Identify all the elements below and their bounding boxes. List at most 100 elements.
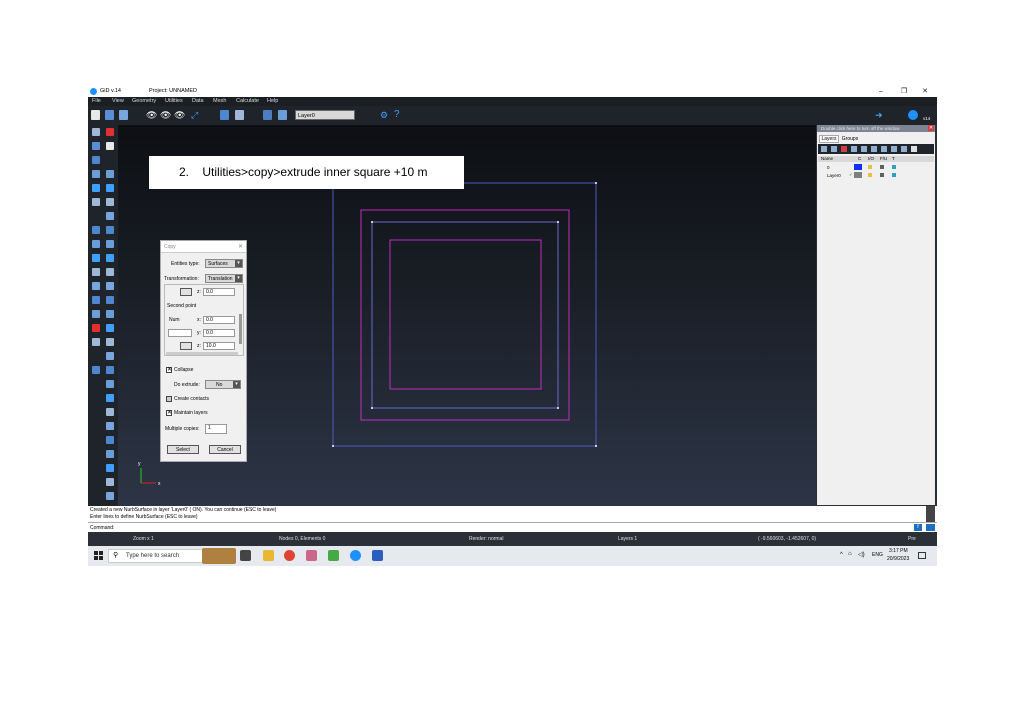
- collapse-checkbox[interactable]: ✕: [166, 367, 172, 373]
- menu-file[interactable]: File: [92, 98, 101, 104]
- mesh-icon[interactable]: [263, 110, 272, 120]
- eye-icon-3[interactable]: 👁: [174, 110, 185, 120]
- x-field[interactable]: 0.0: [203, 316, 235, 324]
- y-field[interactable]: 0.0: [203, 329, 235, 337]
- rotate-3d-tool-icon[interactable]: [106, 352, 114, 360]
- split-tool-icon[interactable]: [106, 296, 114, 304]
- eye-icon-2[interactable]: 👁: [160, 110, 171, 120]
- layer-blue-tool-icon[interactable]: [106, 436, 114, 444]
- copy-pages-tool-icon[interactable]: [106, 464, 114, 472]
- contact-tool-icon[interactable]: [106, 394, 114, 402]
- cancel-button[interactable]: Cancel: [209, 445, 241, 454]
- print-icon[interactable]: [235, 110, 244, 120]
- list-tool-icon[interactable]: [92, 296, 100, 304]
- layer-down-icon[interactable]: [871, 146, 877, 152]
- zoom-frame-icon[interactable]: ⤢: [191, 110, 200, 120]
- paint-tool-icon[interactable]: [106, 310, 114, 318]
- hole-tool-icon[interactable]: [106, 380, 114, 388]
- entities-type-combo[interactable]: Surfaces ▾: [205, 259, 243, 268]
- layer-doc-icon[interactable]: [911, 146, 917, 152]
- surface-tool-icon[interactable]: [106, 142, 114, 150]
- z-field[interactable]: 10.0: [203, 342, 235, 350]
- menu-view[interactable]: View: [112, 98, 124, 104]
- gid-taskbar-icon[interactable]: [350, 550, 361, 561]
- command-execute-icon[interactable]: f: [914, 524, 922, 531]
- command-input[interactable]: [114, 524, 914, 531]
- notifications-icon[interactable]: [918, 552, 926, 559]
- copy-tool-icon[interactable]: [92, 170, 100, 178]
- arrow-pen-icon[interactable]: ➜: [875, 110, 884, 120]
- render-icon[interactable]: [220, 110, 229, 120]
- layer-lock-icon[interactable]: [880, 165, 884, 169]
- pencil-tool-icon[interactable]: [106, 492, 114, 500]
- arc-tool-icon[interactable]: [106, 226, 114, 234]
- create-contacts-checkbox[interactable]: [166, 396, 172, 402]
- command-menu-icon[interactable]: [926, 524, 935, 531]
- calculate-icon[interactable]: [278, 110, 287, 120]
- select-button[interactable]: Select: [167, 445, 199, 454]
- extrude-tool-icon[interactable]: [106, 324, 114, 332]
- layer-send-icon[interactable]: [881, 146, 887, 152]
- layer-rename-icon[interactable]: [851, 146, 857, 152]
- layer-select[interactable]: Layer0: [295, 110, 355, 120]
- menu-calculate[interactable]: Calculate: [236, 98, 259, 104]
- loop-tool-icon[interactable]: [92, 254, 100, 262]
- layer-visibility-icon[interactable]: [868, 173, 872, 177]
- boundary-tool-icon[interactable]: [106, 422, 114, 430]
- document-tool-icon[interactable]: [92, 338, 100, 346]
- clock-date[interactable]: 20/9/2023: [887, 556, 909, 562]
- edit-tool-icon[interactable]: [92, 240, 100, 248]
- cube-tool-icon[interactable]: [106, 212, 114, 220]
- intersect-tool-icon[interactable]: [92, 268, 100, 276]
- triangle-tool-icon[interactable]: [106, 408, 114, 416]
- clock-time[interactable]: 3:17 PM: [889, 548, 908, 554]
- points-scrollbar[interactable]: [239, 314, 242, 344]
- chrome-icon[interactable]: [284, 550, 295, 561]
- tab-layers[interactable]: Layers: [819, 135, 839, 143]
- layer-delete-icon[interactable]: [841, 146, 847, 152]
- tab-groups[interactable]: Groups: [840, 135, 860, 143]
- second-point-pick-button[interactable]: [180, 342, 192, 350]
- menu-help[interactable]: Help: [267, 98, 278, 104]
- transformation-combo[interactable]: Translation ▾: [205, 274, 243, 283]
- layer-up-icon[interactable]: [861, 146, 867, 152]
- new-file-icon[interactable]: [91, 110, 100, 120]
- layer-row[interactable]: Layer0 ✓: [818, 172, 934, 179]
- curve-tool-icon[interactable]: [92, 226, 100, 234]
- delete-tool-icon[interactable]: [92, 324, 100, 332]
- message-scrollbar[interactable]: [926, 506, 935, 522]
- shopping-app-icon[interactable]: [328, 550, 339, 561]
- node-tool-icon[interactable]: [106, 366, 114, 374]
- line-tool-icon[interactable]: [92, 142, 100, 150]
- layer-transparency-icon[interactable]: [892, 165, 896, 169]
- menu-data[interactable]: Data: [192, 98, 204, 104]
- task-view-icon[interactable]: [240, 550, 251, 561]
- layer-filter-icon[interactable]: [891, 146, 897, 152]
- brush-tool-icon[interactable]: [106, 198, 114, 206]
- tray-chevron-up-icon[interactable]: ^: [840, 552, 843, 558]
- grid-tool-icon[interactable]: [106, 338, 114, 346]
- windows-start-icon[interactable]: [94, 551, 103, 560]
- close-button[interactable]: ✕: [915, 86, 935, 97]
- stop-tool-icon[interactable]: [106, 128, 114, 136]
- panel-close-icon[interactable]: ✕: [928, 125, 934, 131]
- col-name[interactable]: Name: [821, 156, 833, 161]
- status-mode[interactable]: Pre: [908, 536, 916, 542]
- multiple-copies-field[interactable]: 1: [205, 424, 227, 434]
- move-tool-icon[interactable]: [106, 170, 114, 178]
- menu-geometry[interactable]: Geometry: [132, 98, 156, 104]
- layer-color-swatch[interactable]: [854, 164, 862, 170]
- language-indicator[interactable]: ENG: [872, 552, 883, 558]
- rotate-tool-icon[interactable]: [92, 184, 100, 192]
- first-point-pick-button[interactable]: [180, 288, 192, 296]
- point-tool-icon[interactable]: [92, 128, 100, 136]
- volume-tool-icon[interactable]: [92, 156, 100, 164]
- col-color[interactable]: C: [858, 156, 861, 161]
- col-fu[interactable]: F/U: [880, 156, 887, 161]
- sweep-tool-icon[interactable]: [92, 366, 100, 374]
- maintain-layers-checkbox[interactable]: ✕: [166, 410, 172, 416]
- table-tool-icon[interactable]: [106, 450, 114, 458]
- layer-settings-icon[interactable]: [901, 146, 907, 152]
- mirror-tool-icon[interactable]: [106, 184, 114, 192]
- points-hscrollbar[interactable]: [166, 352, 238, 355]
